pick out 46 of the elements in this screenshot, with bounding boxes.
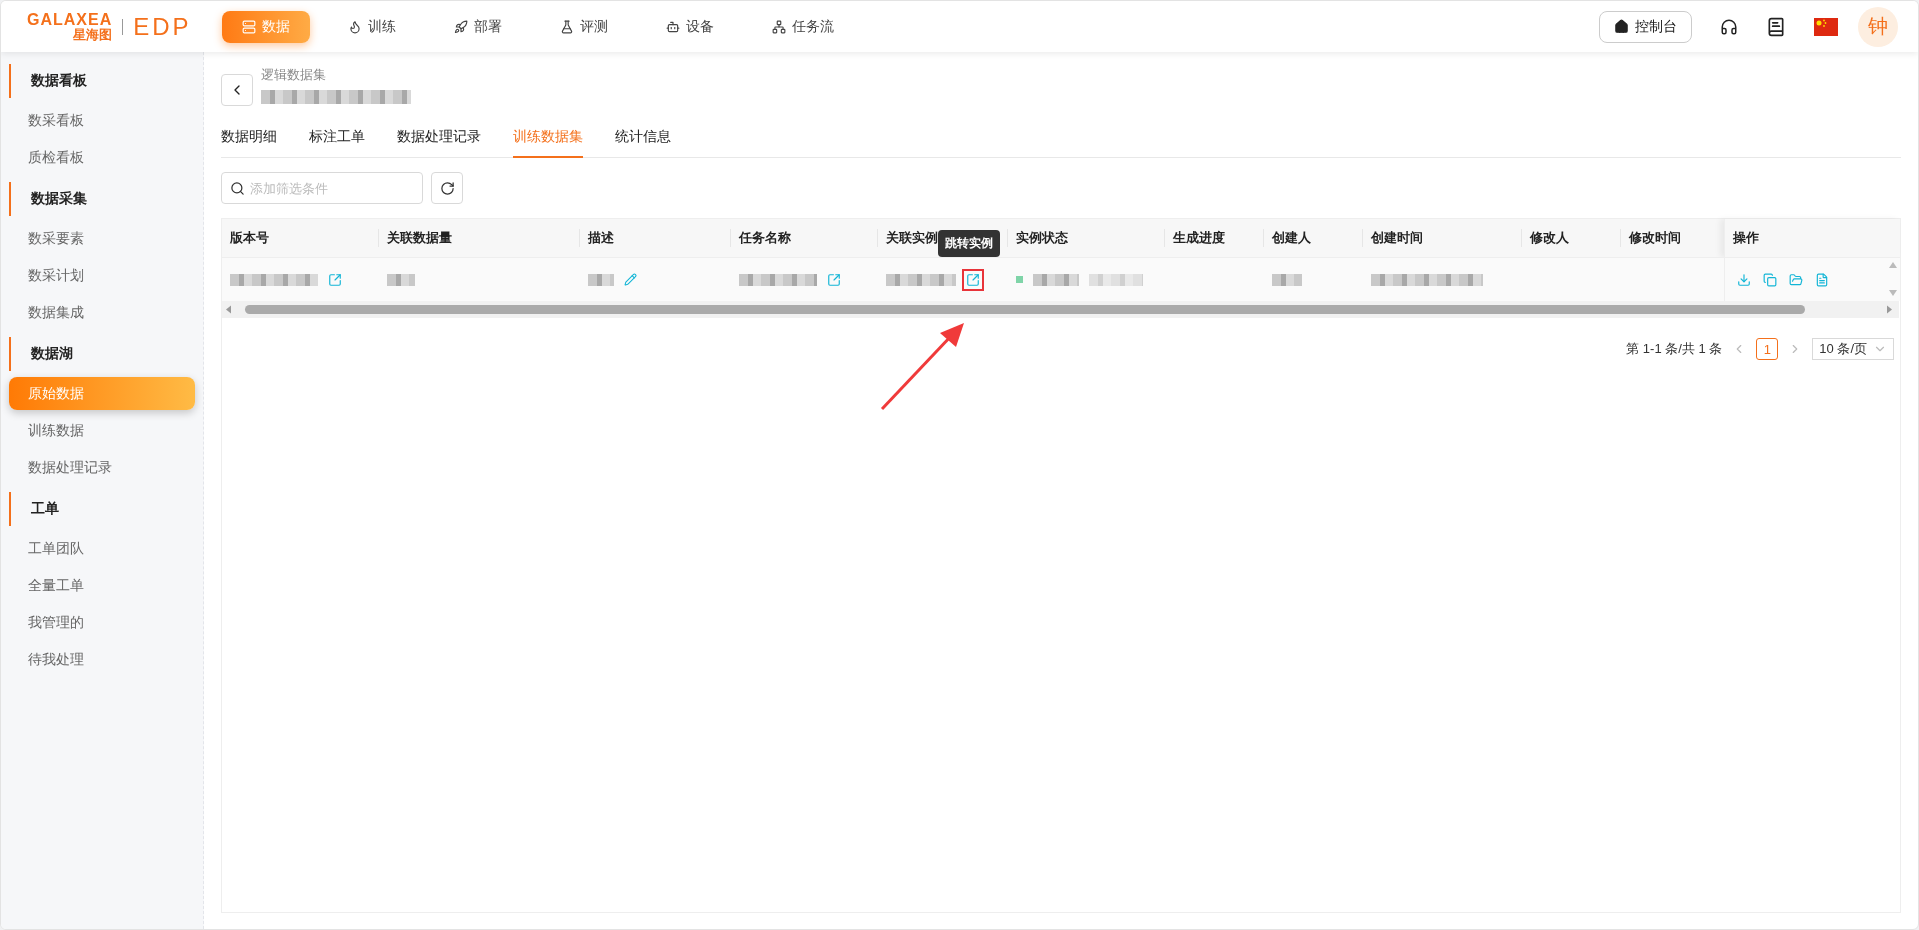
column-header: 修改时间 [1621,219,1724,257]
sidebar-item[interactable]: 工单团队 [9,532,195,565]
tab[interactable]: 统计信息 [615,118,671,158]
sidebar-group-title: 数据湖 [9,337,195,371]
nav-tab[interactable]: 设备 [645,10,734,43]
sidebar-item[interactable]: 质检看板 [9,141,195,174]
column-header: 创建人 [1264,219,1363,257]
tab[interactable]: 数据处理记录 [397,118,481,158]
sidebar-item[interactable]: 待我处理 [9,643,195,676]
breadcrumb: 逻辑数据集 [261,66,327,84]
column-header: 创建时间 [1363,219,1522,257]
column-header: 操作 [1724,219,1900,257]
logo-text: GALAXEA [27,12,113,28]
sidebar-item[interactable]: 数据集成 [9,296,195,329]
nav-tab[interactable]: 训练 [327,10,416,43]
sidebar-item[interactable]: 我管理的 [9,606,195,639]
column-header: 关联数据量 [379,219,580,257]
sidebar-group-title: 数据看板 [9,64,195,98]
page-size-select[interactable]: 10 条/页 [1812,338,1894,360]
sidebar-item[interactable]: 数采计划 [9,259,195,292]
logo-text: 星海图 [73,28,113,41]
tab[interactable]: 标注工单 [309,118,365,158]
nav-tab[interactable]: 评测 [539,10,628,43]
sidebar-group-title: 工单 [9,492,195,526]
search-field[interactable]: 添加筛选条件 [221,172,423,204]
product-name: EDP [133,12,192,41]
sidebar-item[interactable]: 全量工单 [9,569,195,602]
sidebar-item[interactable]: 数据处理记录 [9,451,195,484]
tab[interactable]: 训练数据集 [513,118,583,158]
console-button[interactable]: 控制台 [1599,10,1692,43]
sidebar-item[interactable]: 数采要素 [9,222,195,255]
tab[interactable]: 数据明细 [221,118,277,158]
column-header: 任务名称 [731,219,878,257]
sidebar-group-title: 数据采集 [9,182,195,216]
sidebar-item[interactable]: 数采看板 [9,104,195,137]
column-header: 生成进度 [1165,219,1264,257]
page-button[interactable]: 1 [1756,338,1779,360]
nav-tab[interactable]: 任务流 [751,10,854,43]
column-header: 版本号 [222,219,379,257]
sidebar-item[interactable]: 训练数据 [9,414,195,447]
column-header: 实例状态 [1008,219,1165,257]
nav-tab[interactable]: 部署 [433,10,522,43]
pagination-summary: 第 1-1 条/共 1 条 [1626,340,1723,358]
column-header: 修改人 [1522,219,1621,257]
tooltip: 跳转实例 [938,229,1000,257]
column-header: 描述 [580,219,731,257]
